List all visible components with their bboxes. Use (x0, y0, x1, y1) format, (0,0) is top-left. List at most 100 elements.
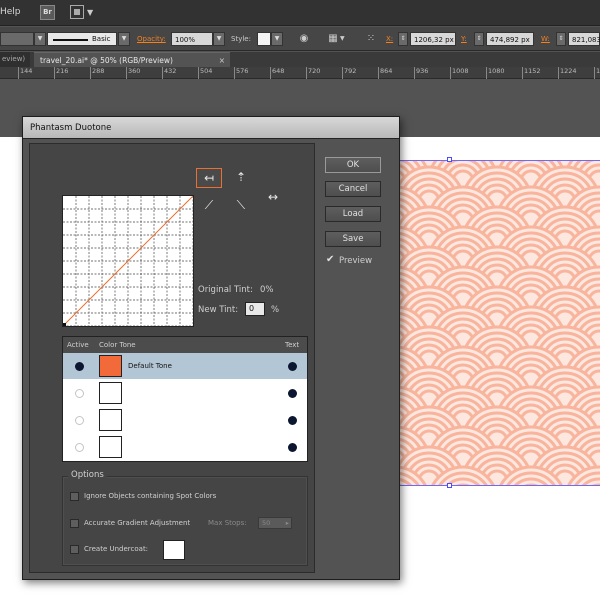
tone-color-swatch[interactable] (99, 409, 122, 431)
document-tab-bar: eview) travel_20.ai* @ 50% (RGB/Preview)… (0, 52, 600, 67)
create-undercoat-label: Create Undercoat: (84, 545, 149, 553)
header-text: Text (285, 341, 300, 349)
tint-curve-graph[interactable] (62, 195, 194, 327)
ruler-tick: 720 (306, 67, 320, 79)
scales-pattern-graphic (399, 161, 600, 485)
y-label: Y: (461, 35, 467, 43)
x-stepper[interactable]: ⇕ (398, 32, 408, 46)
curve-smooth-mode-icon[interactable]: ⇡ (228, 168, 254, 188)
accurate-gradient-label: Accurate Gradient Adjustment (84, 519, 191, 527)
peak-curve-icon[interactable]: ⟍ (228, 196, 254, 216)
style-label: Style: (231, 35, 251, 43)
tone-table-header: Active Color Tone Text (63, 337, 307, 353)
new-tint-input[interactable]: 0 (245, 302, 265, 316)
reference-point-icon[interactable]: ⁙ (364, 32, 378, 46)
tab-previous-document[interactable]: eview) (0, 52, 30, 67)
preview-label: Preview (339, 256, 373, 266)
dialog-content-panel: ↤ ⇡ ⟋ ⟍ ↔ Original Tint: 0% New Tint: 0 … (29, 143, 315, 573)
opacity-label[interactable]: Opacity: (137, 32, 166, 46)
stroke-style-picker[interactable]: Basic (47, 32, 117, 46)
tone-row[interactable] (63, 380, 307, 406)
cancel-button[interactable]: Cancel (325, 181, 381, 197)
undercoat-color-swatch[interactable] (163, 540, 185, 560)
pattern-arc (591, 483, 600, 485)
text-radio[interactable] (288, 389, 297, 398)
menu-help[interactable]: Help (0, 7, 21, 17)
close-icon[interactable]: × (219, 53, 225, 68)
new-tint-unit: % (271, 305, 280, 315)
y-stepper[interactable]: ⇕ (474, 32, 484, 46)
create-undercoat-checkbox[interactable] (70, 545, 79, 554)
curve-point-mode-icon[interactable]: ↤ (196, 168, 222, 188)
load-button[interactable]: Load (325, 206, 381, 222)
tone-color-swatch[interactable] (99, 355, 122, 377)
horizontal-ruler[interactable]: 144 216 288 360 432 504 576 648 720 792 864 936 1008… (0, 67, 600, 79)
flat-curve-icon[interactable]: ↔ (260, 188, 286, 208)
tint-curve-svg (63, 196, 193, 326)
ok-button[interactable]: OK (325, 157, 381, 173)
dialog-title[interactable]: Phantasm Duotone (23, 117, 399, 139)
stroke-style-label: Basic (92, 35, 111, 43)
options-title: Options (68, 470, 107, 480)
active-radio[interactable] (75, 443, 84, 452)
text-radio[interactable] (288, 362, 297, 371)
ignore-spot-label: Ignore Objects containing Spot Colors (84, 492, 217, 500)
accurate-gradient-checkbox[interactable] (70, 519, 79, 528)
tone-color-swatch[interactable] (99, 382, 122, 404)
header-active: Active (67, 341, 89, 349)
align-options-icon[interactable]: ▦ (326, 32, 340, 46)
pattern-arc (399, 483, 403, 485)
ruler-tick: 360 (126, 67, 140, 79)
arrange-documents-button[interactable]: ▼ (70, 5, 94, 20)
stroke-line-sample (53, 39, 88, 41)
x-field[interactable]: 1206,32 px (410, 32, 456, 46)
ruler-tick: 1224 (558, 67, 577, 79)
new-tint-label: New Tint: (198, 305, 239, 315)
y-field[interactable]: 474,892 px (486, 32, 534, 46)
ignore-spot-checkbox[interactable] (70, 492, 79, 501)
preview-checkbox[interactable]: ✔ (326, 255, 335, 265)
ruler-tick: 576 (234, 67, 248, 79)
ruler-tick: 288 (90, 67, 104, 79)
save-button[interactable]: Save (325, 231, 381, 247)
bridge-icon[interactable]: Br (40, 5, 55, 20)
w-stepper[interactable]: ⇕ (556, 32, 566, 46)
tone-color-swatch[interactable] (99, 436, 122, 458)
w-field[interactable]: 821,083 (568, 32, 600, 46)
max-stops-field[interactable]: 50 ▸ (258, 517, 292, 529)
tone-row[interactable]: Default Tone (63, 353, 307, 379)
opacity-dropdown[interactable]: ▼ (213, 32, 225, 46)
original-tint-value: 0% (260, 285, 274, 295)
arrange-documents-icon (70, 5, 84, 19)
stroke-weight-dropdown[interactable]: ▼ (34, 32, 46, 46)
max-stops-value: 50 (262, 519, 271, 527)
tone-label: Default Tone (128, 362, 172, 370)
ruler-tick: 864 (378, 67, 392, 79)
graphic-style-dropdown[interactable]: ▼ (271, 32, 283, 46)
tone-row[interactable] (63, 407, 307, 433)
ruler-tick: 504 (198, 67, 212, 79)
scales-pattern-artwork[interactable] (398, 160, 600, 486)
chevron-down-icon: ▼ (87, 8, 94, 17)
text-radio[interactable] (288, 443, 297, 452)
recolor-artwork-icon[interactable]: ◉ (297, 32, 311, 46)
ruler-tick: 432 (162, 67, 176, 79)
ruler-tick: 144 (18, 67, 32, 79)
menu-bar: Help Br ▼ (0, 0, 600, 26)
selection-handle[interactable] (447, 157, 452, 162)
opacity-field[interactable]: 100% (171, 32, 213, 46)
pattern-arc (523, 483, 539, 485)
graphic-style-swatch[interactable] (257, 32, 271, 46)
text-radio[interactable] (288, 416, 297, 425)
active-radio[interactable] (75, 362, 84, 371)
chevron-down-icon[interactable]: ▼ (340, 32, 345, 46)
stroke-style-dropdown[interactable]: ▼ (118, 32, 130, 46)
linear-curve-icon[interactable]: ⟋ (196, 196, 222, 216)
active-radio[interactable] (75, 389, 84, 398)
selection-handle[interactable] (447, 483, 452, 488)
curve-control-point[interactable] (63, 323, 66, 326)
active-radio[interactable] (75, 416, 84, 425)
tab-travel-document[interactable]: travel_20.ai* @ 50% (RGB/Preview) × (34, 52, 230, 67)
tone-row[interactable] (63, 434, 307, 460)
stroke-weight-field[interactable] (0, 32, 34, 46)
